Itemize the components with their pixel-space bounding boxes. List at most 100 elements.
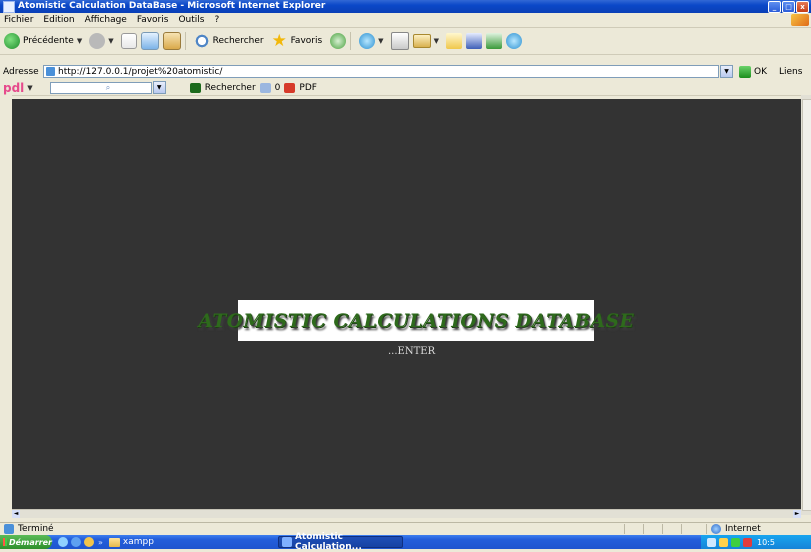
network-icon[interactable]: [707, 537, 716, 547]
alert-icon[interactable]: [743, 537, 752, 547]
favorites-label: Favoris: [290, 36, 323, 46]
menu-fichier[interactable]: Fichier: [4, 15, 33, 25]
messenger-button[interactable]: [505, 33, 522, 49]
pdl-toolbar: pdl ▼ ⌕ ▼ Rechercher 0 PDF: [0, 80, 811, 96]
print-button[interactable]: [390, 32, 409, 50]
windows-logo-icon: [791, 14, 809, 26]
star-icon: ★: [271, 31, 287, 51]
scroll-right-icon[interactable]: ►: [793, 510, 801, 518]
print-icon: [390, 32, 409, 50]
forward-arrow-icon: [89, 33, 106, 49]
vertical-scroll-thumb[interactable]: [802, 99, 811, 511]
globe-icon: [711, 524, 721, 534]
taskbar-window-label: Atomistic Calculation...: [294, 532, 362, 552]
page-viewport: ATOMISTIC CALCULATIONS DATABASE ...ENTER: [12, 99, 801, 509]
address-dropdown-button[interactable]: ▼: [720, 65, 733, 78]
ie-quick-icon[interactable]: [71, 537, 81, 547]
menu-help[interactable]: ?: [214, 15, 219, 25]
clock[interactable]: 10:5: [757, 538, 775, 547]
menu-favoris[interactable]: Favoris: [137, 15, 169, 25]
go-button[interactable]: OK: [739, 65, 767, 78]
folder-icon: [108, 537, 120, 547]
folder-button[interactable]: [445, 33, 462, 49]
ie-icon: [282, 537, 292, 547]
pdl-dropdown-button[interactable]: ▼: [152, 81, 166, 94]
links-button[interactable]: Liens: [779, 67, 802, 77]
go-label: OK: [754, 66, 767, 77]
research-button[interactable]: [485, 33, 502, 49]
enter-label: ENTER: [397, 346, 436, 357]
maximize-button[interactable]: □: [782, 0, 795, 13]
pdl-search-input[interactable]: ⌕: [49, 81, 152, 94]
back-label: Précédente: [23, 36, 74, 46]
refresh-button[interactable]: [140, 32, 159, 50]
close-button[interactable]: x: [796, 0, 809, 13]
go-arrow-icon: [739, 65, 751, 78]
history-icon: [330, 33, 347, 49]
chevron-right-icon[interactable]: »: [98, 538, 103, 547]
taskbar-folder-item[interactable]: xampp: [108, 537, 154, 547]
stop-icon: [120, 33, 137, 49]
status-cell: [662, 524, 681, 534]
status-cell: [624, 524, 643, 534]
counter-icon: [259, 82, 271, 93]
word-button[interactable]: [465, 33, 482, 49]
home-icon: [162, 32, 181, 50]
system-tray: 10:5: [701, 535, 811, 549]
menu-affichage[interactable]: Affichage: [85, 15, 127, 25]
status-cell: [643, 524, 662, 534]
zone-label: Internet: [725, 524, 761, 534]
pdf-label[interactable]: PDF: [299, 83, 317, 93]
address-bar: Adresse http://127.0.0.1/projet%20atomis…: [0, 64, 811, 79]
home-button[interactable]: [162, 32, 181, 50]
search-button[interactable]: Rechercher: [193, 33, 264, 49]
messenger-icon: [505, 33, 522, 49]
back-arrow-icon: [4, 33, 20, 49]
back-button[interactable]: Précédente ▼: [4, 33, 85, 49]
media-icon[interactable]: [84, 537, 94, 547]
pdl-search-label[interactable]: Rechercher: [205, 83, 256, 93]
chevron-down-icon[interactable]: ▼: [108, 37, 113, 45]
taskbar-folder-label: xampp: [122, 537, 154, 547]
enter-link[interactable]: ...ENTER: [388, 346, 435, 357]
scroll-left-icon[interactable]: ◄: [12, 510, 20, 518]
start-button[interactable]: Démarrer: [0, 535, 52, 549]
edit-button[interactable]: ▼: [412, 34, 442, 48]
search-label: Rechercher: [212, 36, 264, 46]
start-label: Démarrer: [8, 537, 52, 547]
stop-button[interactable]: [120, 33, 137, 49]
window-title-bar[interactable]: Atomistic Calculation DataBase - Microso…: [0, 0, 811, 13]
favorites-button[interactable]: ★ Favoris: [271, 31, 323, 51]
mail-icon: [359, 33, 376, 49]
pdl-logo: pdl: [3, 80, 25, 95]
security-zone: Internet: [706, 524, 811, 534]
antivirus-icon[interactable]: [731, 537, 740, 547]
windows-flag-icon: [3, 538, 7, 546]
desktop-icon[interactable]: [58, 537, 68, 547]
ie-icon: [3, 0, 15, 13]
site-logo-text: ATOMISTIC CALCULATIONS DATABASE: [198, 309, 634, 332]
window-title: Atomistic Calculation DataBase - Microso…: [18, 1, 326, 11]
menu-edition[interactable]: Edition: [43, 15, 74, 25]
history-button[interactable]: [330, 33, 347, 49]
horizontal-scrollbar[interactable]: ◄ ►: [12, 509, 801, 518]
taskbar-window-button[interactable]: Atomistic Calculation...: [278, 532, 403, 552]
pdl-counter[interactable]: 0: [275, 83, 281, 93]
pdl-search-icon: [189, 82, 201, 93]
menu-bar: Fichier Edition Affichage Favoris Outils…: [0, 13, 811, 28]
mail-button[interactable]: ▼: [359, 33, 386, 49]
volume-icon[interactable]: [719, 537, 728, 547]
standard-toolbar: Précédente ▼ ▼ Rechercher ★ Favoris ▼ ▼: [0, 28, 811, 55]
chevron-down-icon[interactable]: ▼: [378, 37, 383, 45]
edit-icon: [412, 34, 431, 48]
toolbar-divider: [350, 32, 352, 50]
chevron-down-icon[interactable]: ▼: [27, 84, 32, 92]
vertical-scrollbar[interactable]: [801, 95, 811, 515]
chevron-down-icon[interactable]: ▼: [434, 37, 439, 45]
forward-button[interactable]: ▼: [89, 33, 116, 49]
menu-outils[interactable]: Outils: [178, 15, 204, 25]
left-frame-border: [0, 95, 12, 515]
chevron-down-icon[interactable]: ▼: [77, 37, 82, 45]
address-input[interactable]: http://127.0.0.1/projet%20atomistic/: [43, 65, 719, 78]
minimize-button[interactable]: _: [768, 0, 781, 13]
